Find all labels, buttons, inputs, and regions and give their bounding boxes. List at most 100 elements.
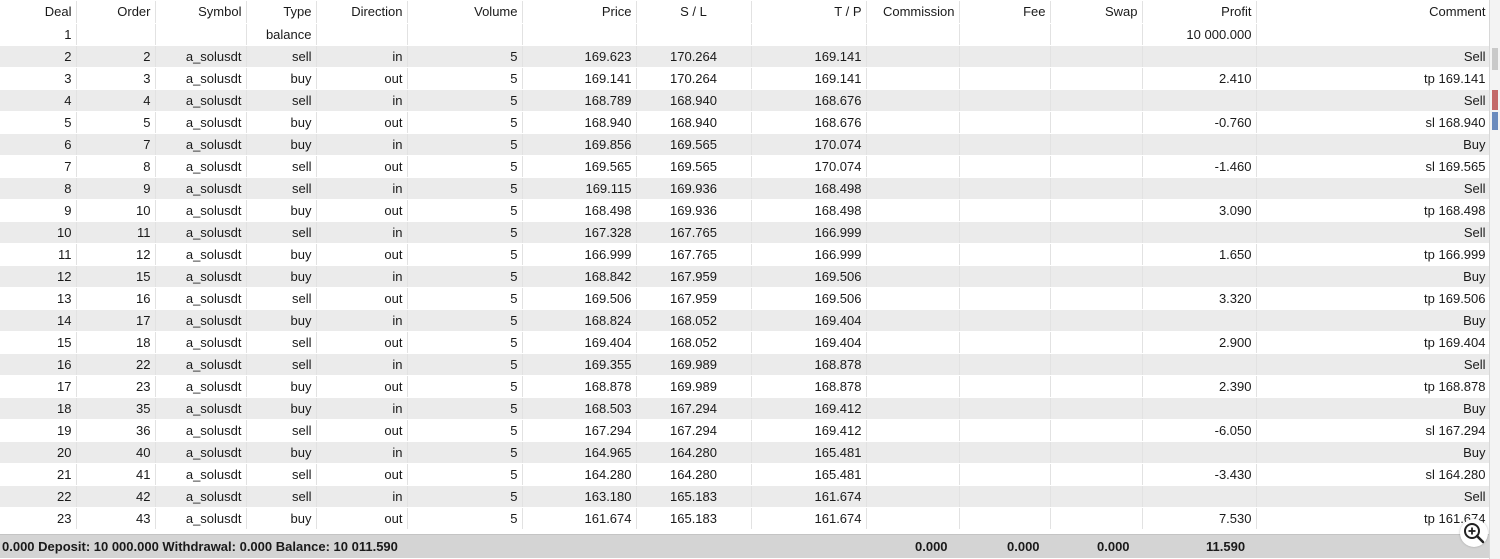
cell-comment: tp 169.506 bbox=[1256, 287, 1491, 310]
cell-comment: Sell bbox=[1256, 485, 1491, 508]
table-row[interactable]: 19 36 a_solusdt sell out 5 167.294 167.294 169.4… bbox=[0, 419, 1491, 442]
zoom-in-icon bbox=[1464, 523, 1485, 544]
table-row[interactable]: 17 23 a_solusdt buy out 5 168.878 169.989 168.87… bbox=[0, 375, 1491, 398]
cell-deal: 7 bbox=[0, 155, 77, 178]
col-order[interactable]: Order bbox=[76, 1, 156, 24]
cell-sl: 168.052 bbox=[636, 309, 752, 332]
cell-fee bbox=[959, 111, 1051, 134]
table-row[interactable]: 13 16 a_solusdt sell out 5 169.506 167.959 169.5… bbox=[0, 287, 1491, 310]
cell-fee bbox=[959, 375, 1051, 398]
cell-tp: 168.498 bbox=[751, 177, 867, 200]
cell-deal: 4 bbox=[0, 89, 77, 112]
cell-volume: 5 bbox=[407, 419, 523, 442]
cell-comment: tp 168.498 bbox=[1256, 199, 1491, 222]
table-row[interactable]: 7 8 a_solusdt sell out 5 169.565 169.565 170.074… bbox=[0, 155, 1491, 178]
table-row[interactable]: 2 2 a_solusdt sell in 5 169.623 170.264 169.141 S… bbox=[0, 45, 1491, 68]
table-row[interactable]: 9 10 a_solusdt buy out 5 168.498 169.936 168.498… bbox=[0, 199, 1491, 222]
cell-symbol: a_solusdt bbox=[155, 45, 247, 68]
cell-swap bbox=[1050, 287, 1143, 310]
col-profit[interactable]: Profit bbox=[1142, 1, 1257, 24]
cell-sl: 167.959 bbox=[636, 287, 752, 310]
col-type[interactable]: Type bbox=[246, 1, 317, 24]
table-row[interactable]: 18 35 a_solusdt buy in 5 168.503 167.294 169.412… bbox=[0, 397, 1491, 420]
cell-type: sell bbox=[246, 45, 317, 68]
table-row[interactable]: 5 5 a_solusdt buy out 5 168.940 168.940 168.676-… bbox=[0, 111, 1491, 134]
col-commission[interactable]: Commission bbox=[866, 1, 960, 24]
cell-sl: 168.940 bbox=[636, 111, 752, 134]
cell-fee bbox=[959, 243, 1051, 266]
table-row[interactable]: 22 42 a_solusdt sell in 5 163.180 165.183 161.67… bbox=[0, 485, 1491, 508]
cell-symbol: a_solusdt bbox=[155, 89, 247, 112]
cell-comment bbox=[1256, 23, 1491, 46]
cell-volume: 5 bbox=[407, 111, 523, 134]
cell-direction: in bbox=[316, 353, 408, 376]
table-row[interactable]: 3 3 a_solusdt buy out 5 169.141 170.264 169.141 2… bbox=[0, 67, 1491, 90]
cell-fee bbox=[959, 155, 1051, 178]
cell-price: 168.503 bbox=[522, 397, 637, 420]
cell-swap bbox=[1050, 243, 1143, 266]
cell-direction: out bbox=[316, 243, 408, 266]
table-row[interactable]: 16 22 a_solusdt sell in 5 169.355 169.989 168.87… bbox=[0, 353, 1491, 376]
cell-price: 169.506 bbox=[522, 287, 637, 310]
cell-commission bbox=[866, 243, 960, 266]
cell-profit bbox=[1142, 265, 1257, 288]
cell-commission bbox=[866, 309, 960, 332]
table-row[interactable]: 12 15 a_solusdt buy in 5 168.842 167.959 169.506… bbox=[0, 265, 1491, 288]
table-row[interactable]: 8 9 a_solusdt sell in 5 169.115 169.936 168.498 S… bbox=[0, 177, 1491, 200]
cell-fee bbox=[959, 199, 1051, 222]
col-price[interactable]: Price bbox=[522, 1, 637, 24]
table-row[interactable]: 15 18 a_solusdt sell out 5 169.404 168.052 169.4… bbox=[0, 331, 1491, 354]
cell-swap bbox=[1050, 221, 1143, 244]
cell-tp: 169.141 bbox=[751, 45, 867, 68]
col-volume[interactable]: Volume bbox=[407, 1, 523, 24]
cell-fee bbox=[959, 331, 1051, 354]
col-fee[interactable]: Fee bbox=[959, 1, 1051, 24]
col-tp[interactable]: T / P bbox=[751, 1, 867, 24]
table-row[interactable]: 20 40 a_solusdt buy in 5 164.965 164.280 165.481… bbox=[0, 441, 1491, 464]
table-row[interactable]: 14 17 a_solusdt buy in 5 168.824 168.052 169.404… bbox=[0, 309, 1491, 332]
cell-deal: 5 bbox=[0, 111, 77, 134]
cell-comment: sl 168.940 bbox=[1256, 111, 1491, 134]
col-comment[interactable]: Comment bbox=[1256, 1, 1491, 24]
table-row[interactable]: 4 4 a_solusdt sell in 5 168.789 168.940 168.676 S… bbox=[0, 89, 1491, 112]
cell-order: 16 bbox=[76, 287, 156, 310]
col-sl[interactable]: S / L bbox=[636, 1, 752, 24]
table-row[interactable]: 6 7 a_solusdt buy in 5 169.856 169.565 170.074 Bu… bbox=[0, 133, 1491, 156]
cell-price: 168.842 bbox=[522, 265, 637, 288]
cell-type: buy bbox=[246, 397, 317, 420]
zoom-button[interactable] bbox=[1460, 519, 1488, 547]
cell-symbol: a_solusdt bbox=[155, 287, 247, 310]
col-symbol[interactable]: Symbol bbox=[155, 1, 247, 24]
cell-commission bbox=[866, 111, 960, 134]
cell-profit bbox=[1142, 441, 1257, 464]
table-row[interactable]: 1 balance 10 000.000 bbox=[0, 23, 1491, 46]
cell-deal: 18 bbox=[0, 397, 77, 420]
vertical-scrollbar[interactable] bbox=[1489, 0, 1500, 559]
cell-deal: 19 bbox=[0, 419, 77, 442]
cell-price: 168.940 bbox=[522, 111, 637, 134]
cell-commission bbox=[866, 133, 960, 156]
cell-direction: out bbox=[316, 507, 408, 530]
cell-profit: 10 000.000 bbox=[1142, 23, 1257, 46]
table-row[interactable]: 21 41 a_solusdt sell out 5 164.280 164.280 165.4… bbox=[0, 463, 1491, 486]
cell-swap bbox=[1050, 397, 1143, 420]
table-row[interactable]: 11 12 a_solusdt buy out 5 166.999 167.765 166.99… bbox=[0, 243, 1491, 266]
col-direction[interactable]: Direction bbox=[316, 1, 408, 24]
cell-symbol: a_solusdt bbox=[155, 155, 247, 178]
cell-price: 169.565 bbox=[522, 155, 637, 178]
cell-commission bbox=[866, 419, 960, 442]
cell-price: 169.355 bbox=[522, 353, 637, 376]
cell-type: buy bbox=[246, 199, 317, 222]
cell-order: 42 bbox=[76, 485, 156, 508]
cell-price: 169.404 bbox=[522, 331, 637, 354]
scrollbar-thumb[interactable] bbox=[1492, 48, 1498, 70]
cell-volume: 5 bbox=[407, 155, 523, 178]
cell-tp: 168.676 bbox=[751, 111, 867, 134]
cell-commission bbox=[866, 463, 960, 486]
col-swap[interactable]: Swap bbox=[1050, 1, 1143, 24]
table-row[interactable]: 23 43 a_solusdt buy out 5 161.674 165.183 161.67… bbox=[0, 507, 1491, 530]
cell-commission bbox=[866, 89, 960, 112]
cell-comment: Buy bbox=[1256, 441, 1491, 464]
col-deal[interactable]: Deal bbox=[0, 1, 77, 24]
table-row[interactable]: 10 11 a_solusdt sell in 5 167.328 167.765 166.99… bbox=[0, 221, 1491, 244]
